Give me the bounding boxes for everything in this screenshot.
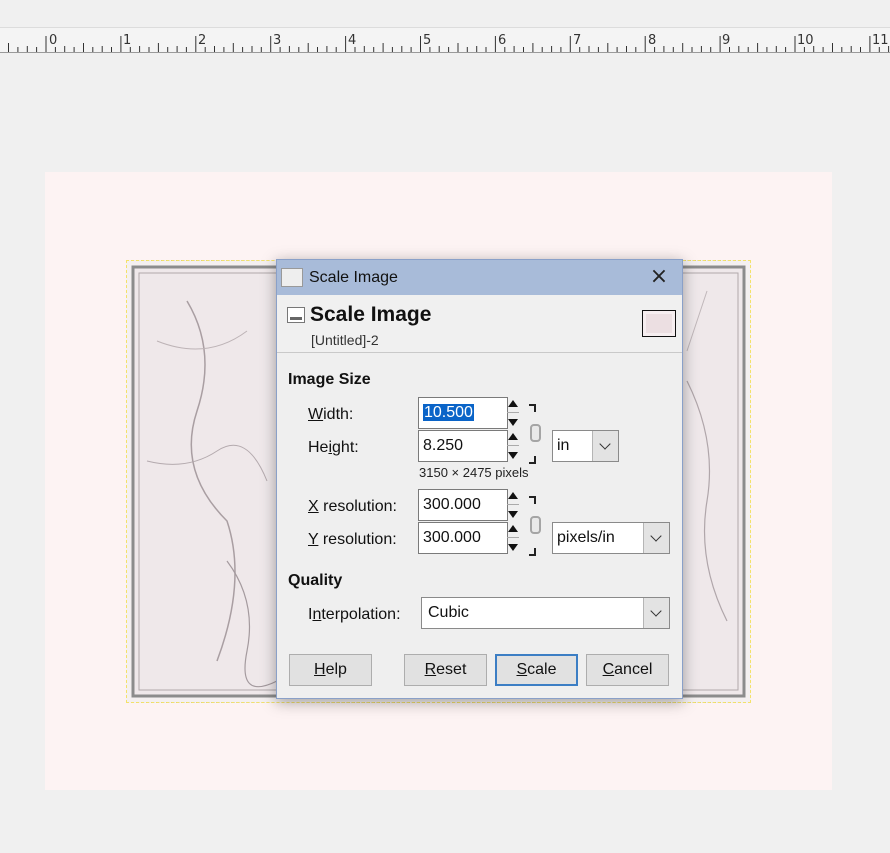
image-thumbnail [642, 310, 676, 337]
quality-heading: Quality [288, 572, 343, 589]
dialog-header: Scale Image [Untitled]-2 [277, 295, 682, 353]
ruler-label: 5 [423, 33, 432, 48]
help-button[interactable]: Help [289, 654, 372, 686]
chevron-down-icon [643, 523, 669, 553]
chain-icon [530, 424, 541, 442]
height-spinner[interactable] [507, 430, 519, 462]
y-resolution-input[interactable]: 300.000 [418, 522, 508, 554]
y-resolution-spinner[interactable] [507, 522, 519, 554]
window-title: Scale Image [309, 269, 398, 286]
ruler-label: 6 [498, 33, 507, 48]
cancel-button[interactable]: Cancel [586, 654, 669, 686]
ruler-label: 10 [797, 33, 814, 48]
y-resolution-label: Y resolution: [308, 531, 397, 548]
ruler-label: 11 [872, 33, 889, 48]
reset-button[interactable]: Reset [404, 654, 487, 686]
chain-icon [530, 516, 541, 534]
image-size-heading: Image Size [288, 371, 371, 388]
chevron-down-icon [643, 598, 669, 628]
dialog-heading: Scale Image [310, 303, 432, 326]
height-input[interactable]: 8.250 [418, 430, 508, 462]
pixel-dimensions: 3150 × 2475 pixels [419, 465, 529, 480]
height-label: Height: [308, 439, 359, 456]
gimp-app-icon [281, 268, 303, 287]
width-spinner[interactable] [507, 397, 519, 429]
horizontal-ruler[interactable]: 0 1 2 3 4 5 6 7 8 9 10 11 [0, 28, 890, 53]
x-resolution-label: X resolution: [308, 498, 397, 515]
x-resolution-input[interactable]: 300.000 [418, 489, 508, 521]
resolution-chain-link-toggle[interactable] [529, 496, 545, 556]
scale-image-dialog: Scale Image × Scale Image [Untitled]-2 I… [276, 259, 683, 699]
size-chain-link-toggle[interactable] [529, 404, 545, 464]
toolbar-strip [0, 0, 890, 28]
ruler-label: 4 [348, 33, 357, 48]
width-label: Width: [308, 406, 354, 423]
ruler-label: 3 [273, 33, 282, 48]
ruler-label: 7 [573, 33, 582, 48]
dialog-titlebar[interactable]: Scale Image × [277, 260, 682, 295]
scale-button[interactable]: Scale [495, 654, 578, 686]
close-button[interactable]: × [648, 266, 670, 288]
resolution-unit-select[interactable]: pixels/in [552, 522, 670, 554]
scale-image-icon [287, 307, 305, 323]
ruler-label: 2 [198, 33, 207, 48]
image-name: [Untitled]-2 [311, 332, 379, 348]
ruler-label: 9 [722, 33, 731, 48]
ruler-label: 1 [123, 33, 132, 48]
ruler-label: 0 [49, 33, 58, 48]
chevron-down-icon [592, 431, 618, 461]
ruler-label: 8 [648, 33, 657, 48]
width-input[interactable]: 10.500 [418, 397, 508, 429]
interpolation-select[interactable]: Cubic [421, 597, 670, 629]
x-resolution-spinner[interactable] [507, 489, 519, 521]
size-unit-select[interactable]: in [552, 430, 619, 462]
ruler-ticks [8, 36, 890, 52]
interpolation-label: Interpolation: [308, 606, 401, 623]
close-icon: × [649, 264, 669, 289]
